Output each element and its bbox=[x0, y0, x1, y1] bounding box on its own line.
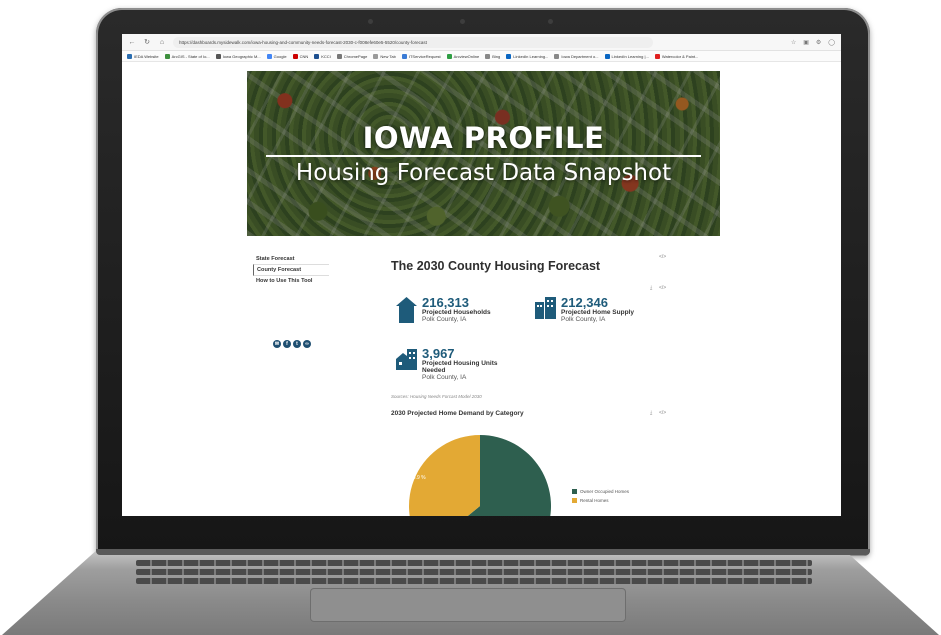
side-navigation: State Forecast County Forecast How to Us… bbox=[253, 254, 329, 286]
stat-value: 3,967 bbox=[422, 346, 455, 361]
bookmark[interactable]: New Tab bbox=[373, 53, 396, 59]
url-text: https://dashboards.mysidewalk.com/iowa-h… bbox=[179, 39, 427, 45]
collections-icon[interactable]: ▣ bbox=[803, 39, 809, 46]
bookmark[interactable]: IEDA Website bbox=[127, 53, 159, 59]
stat-label: Projected Housing Units bbox=[422, 360, 498, 367]
email-icon[interactable]: ✉ bbox=[273, 340, 281, 348]
bookmark[interactable]: LinkedIn Learning |... bbox=[604, 53, 649, 59]
legend-swatch-rental bbox=[572, 498, 577, 503]
bookmark[interactable]: Watercolor & Paint... bbox=[654, 53, 698, 59]
stat-projected-home-supply: 212,346 Projected Home Supply Polk Count… bbox=[534, 296, 634, 323]
pie-chart: 35.9 % bbox=[405, 426, 555, 516]
hero-banner: IOWA PROFILE Housing Forecast Data Snaps… bbox=[247, 71, 720, 236]
house-icon bbox=[396, 297, 417, 323]
camera-lens bbox=[460, 19, 465, 24]
favorite-icon[interactable]: ☆ bbox=[791, 39, 796, 46]
facebook-icon[interactable]: f bbox=[283, 340, 291, 348]
touchpad bbox=[310, 588, 626, 622]
nav-item-state-forecast[interactable]: State Forecast bbox=[253, 254, 329, 264]
stat-place: Polk County, IA bbox=[422, 316, 467, 323]
bookmarks-bar: IEDA Website ArcGIS - State of Io... Iow… bbox=[122, 51, 841, 62]
legend-label: Owner Occupied Homes bbox=[580, 489, 630, 494]
share-buttons: ✉ f t ∞ bbox=[273, 340, 311, 348]
link-icon[interactable]: ∞ bbox=[303, 340, 311, 348]
camera-sensor bbox=[368, 19, 373, 24]
chart-title: 2030 Projected Home Demand by Category bbox=[391, 410, 524, 417]
sources-note: Sources: Housing Needs Forcast Model 203… bbox=[391, 394, 482, 399]
download-icon[interactable]: ⤓ bbox=[650, 285, 652, 291]
stat-place: Polk County, IA bbox=[561, 316, 606, 323]
screen: ← ↻ ⌂ https://dashboards.mysidewalk.com/… bbox=[122, 34, 841, 516]
camera-sensor bbox=[548, 19, 553, 24]
nav-item-how-to-use[interactable]: How to Use This Tool bbox=[253, 276, 329, 286]
profile-icon[interactable]: ◯ bbox=[828, 39, 835, 46]
legend-swatch-owner bbox=[572, 489, 577, 494]
bookmark[interactable]: CNN bbox=[292, 53, 308, 59]
embed-icon[interactable]: </> bbox=[659, 410, 666, 416]
bookmark[interactable]: Iowa Geographic M... bbox=[215, 53, 261, 59]
nav-item-county-forecast[interactable]: County Forecast bbox=[253, 264, 329, 276]
bookmark[interactable]: LinkedIn Learning... bbox=[506, 53, 548, 59]
pie-chart-svg bbox=[409, 435, 552, 516]
bookmark[interactable]: ChromePage bbox=[336, 53, 367, 59]
bookmark[interactable]: ArcviewOnline bbox=[446, 53, 479, 59]
stat-label: Needed bbox=[422, 367, 446, 374]
bookmark[interactable]: Iowa Department o... bbox=[554, 53, 599, 59]
bookmark[interactable]: Bing bbox=[485, 53, 500, 59]
hero-subtitle: Housing Forecast Data Snapshot bbox=[295, 160, 672, 186]
embed-icon[interactable]: </> bbox=[659, 254, 666, 260]
bookmark[interactable]: ITServiceRequest bbox=[401, 53, 441, 59]
laptop-hinge bbox=[96, 549, 870, 555]
chart-legend: Owner Occupied Homes Rental Homes bbox=[572, 489, 629, 507]
bookmark[interactable]: ArcGIS - State of Io... bbox=[164, 53, 210, 59]
page-title: The 2030 County Housing Forecast bbox=[391, 259, 601, 273]
bookmark[interactable]: KCCI bbox=[314, 53, 331, 59]
stat-housing-units-needed: 3,967 Projected Housing Units Needed Pol… bbox=[395, 347, 497, 381]
legend-item-rental: Rental Homes bbox=[572, 498, 629, 503]
bookmark[interactable]: Google bbox=[266, 53, 287, 59]
home-icon[interactable]: ⌂ bbox=[158, 39, 166, 46]
stat-label: Projected Home Supply bbox=[561, 309, 634, 316]
settings-icon[interactable]: ⚙ bbox=[816, 39, 821, 46]
hero-title: IOWA PROFILE bbox=[362, 121, 605, 155]
address-bar[interactable]: https://dashboards.mysidewalk.com/iowa-h… bbox=[173, 36, 653, 48]
twitter-icon[interactable]: t bbox=[293, 340, 301, 348]
legend-label: Rental Homes bbox=[580, 498, 609, 503]
stat-place: Polk County, IA bbox=[422, 374, 467, 381]
download-icon[interactable]: ⤓ bbox=[650, 410, 652, 416]
stat-value: 216,313 bbox=[422, 295, 469, 310]
stat-projected-households: 216,313 Projected Households Polk County… bbox=[395, 296, 491, 324]
legend-item-owner: Owner Occupied Homes bbox=[572, 489, 629, 494]
stat-label: Projected Households bbox=[422, 309, 491, 316]
pie-data-label-rental: 35.9 % bbox=[410, 475, 426, 481]
stat-value: 212,346 bbox=[561, 295, 608, 310]
browser-toolbar: ← ↻ ⌂ https://dashboards.mysidewalk.com/… bbox=[122, 34, 841, 51]
housing-units-icon bbox=[396, 349, 417, 370]
back-icon[interactable]: ← bbox=[128, 39, 136, 46]
embed-icon[interactable]: </> bbox=[659, 285, 666, 291]
refresh-icon[interactable]: ↻ bbox=[143, 38, 151, 46]
buildings-icon bbox=[535, 297, 556, 319]
hero-divider bbox=[266, 155, 701, 157]
